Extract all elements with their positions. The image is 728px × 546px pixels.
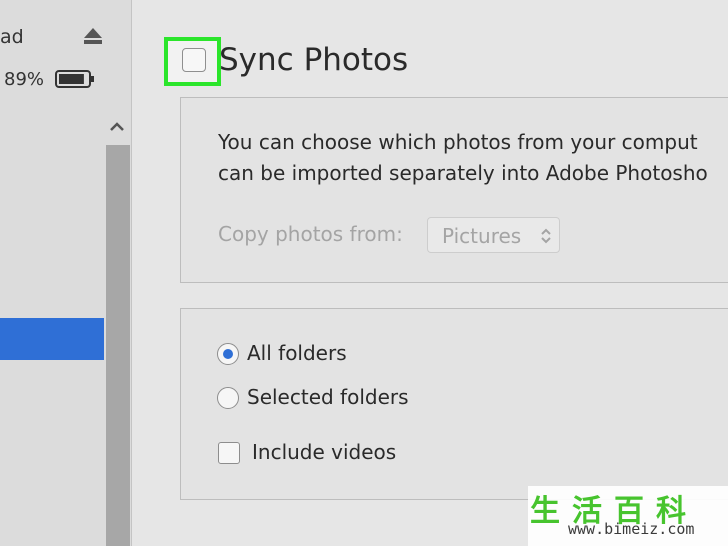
radio-selected-dot — [223, 349, 233, 359]
description-line-2: can be imported separately into Adobe Ph… — [218, 161, 708, 185]
watermark: 生活百科 www.bimeiz.com — [528, 486, 728, 546]
eject-icon[interactable] — [83, 26, 103, 46]
sync-description: You can choose which photos from your co… — [218, 127, 708, 189]
scrollbar[interactable] — [106, 145, 130, 546]
scroll-up-icon[interactable] — [106, 118, 128, 136]
sidebar: ad 89% — [0, 0, 132, 546]
watermark-url: www.bimeiz.com — [568, 520, 695, 538]
sync-photos-checkbox[interactable] — [182, 48, 206, 72]
selected-folders-radio[interactable] — [217, 387, 239, 409]
sync-photos-title: Sync Photos — [219, 42, 409, 78]
all-folders-radio[interactable] — [217, 343, 239, 365]
description-line-1: You can choose which photos from your co… — [218, 130, 698, 154]
include-videos-label[interactable]: Include videos — [252, 440, 396, 464]
all-folders-label[interactable]: All folders — [247, 341, 347, 365]
include-videos-checkbox[interactable] — [218, 442, 240, 464]
battery-icon — [55, 70, 94, 88]
photo-source-select[interactable]: Pictures — [427, 217, 560, 253]
device-name[interactable]: ad — [0, 26, 24, 48]
photo-source-panel — [180, 97, 728, 283]
selected-folders-label[interactable]: Selected folders — [247, 385, 409, 409]
sidebar-item-photos-selected[interactable] — [0, 318, 104, 360]
copy-photos-from-label: Copy photos from: — [218, 222, 403, 246]
chevron-up-down-icon — [541, 228, 551, 244]
battery-percentage: 89% — [4, 69, 45, 90]
photo-source-value: Pictures — [442, 224, 522, 248]
